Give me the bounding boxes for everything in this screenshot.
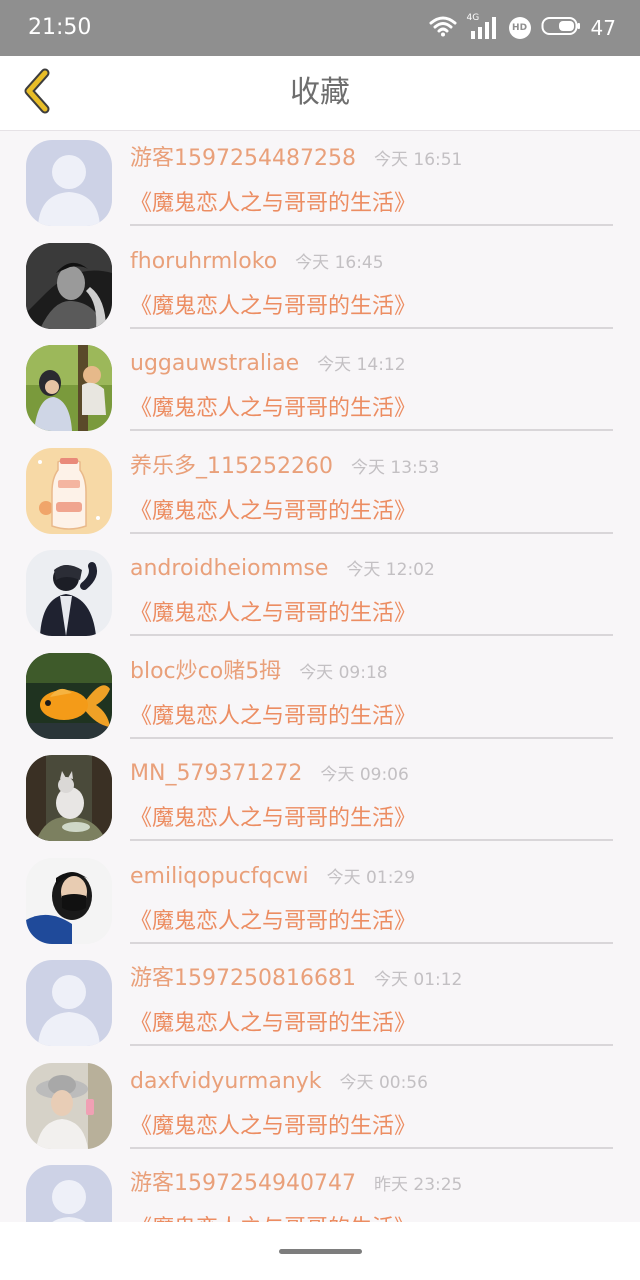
user-name-text: uggauwstraliae: [130, 351, 300, 376]
wifi-icon: [429, 15, 457, 41]
user-name: fhoruhrmloko 今天 16:45: [130, 248, 384, 277]
user-name-text: emiliqopucfqcwi: [130, 863, 309, 889]
list-item[interactable]: MN_579371272 今天 09:06 《魔鬼恋人之与哥哥的生活》: [0, 746, 640, 849]
timestamp: 昨天 23:25: [373, 1175, 463, 1195]
battery-icon: [541, 16, 581, 40]
photo-avatar-forest-girl: [26, 345, 112, 431]
photo-avatar-goldfish: [26, 652, 112, 739]
user-name-text: fhoruhrmloko: [130, 248, 278, 274]
row-divider: [130, 634, 613, 636]
list-item[interactable]: fhoruhrmloko 今天 16:45 《魔鬼恋人之与哥哥的生活》: [0, 234, 640, 337]
row-divider: [130, 941, 613, 944]
row-divider: [130, 1044, 613, 1046]
list-item[interactable]: emiliqopucfqcwi 今天 01:29 《魔鬼恋人之与哥哥的生活》: [0, 849, 640, 952]
row-divider: [130, 531, 613, 534]
user-name-text: bloc炒co赌5拇: [130, 658, 282, 684]
default-avatar: [26, 1165, 112, 1223]
back-button[interactable]: [10, 66, 64, 120]
timestamp: 今天 01:12: [373, 970, 463, 990]
battery-level: 47: [590, 16, 616, 40]
list-item[interactable]: bloc炒co赌5拇 今天 09:18 《魔鬼恋人之与哥哥的生活》: [0, 644, 640, 747]
page-title: 收藏: [290, 75, 350, 110]
home-indicator[interactable]: [279, 1249, 362, 1254]
user-name: 游客1597250816681 今天 01:12: [130, 965, 462, 994]
story-title[interactable]: 《魔鬼恋人之与哥哥的生活》: [130, 189, 416, 219]
list-item[interactable]: uggauwstraliae 今天 14:12 《魔鬼恋人之与哥哥的生活》: [0, 336, 640, 439]
user-name: daxfvidyurmanyk 今天 00:56: [130, 1068, 428, 1097]
photo-avatar-cat: [26, 755, 112, 841]
timestamp: 今天 14:12: [317, 355, 406, 375]
list-item[interactable]: 游客1597250816681 今天 01:12 《魔鬼恋人之与哥哥的生活》: [0, 951, 640, 1054]
timestamp: 今天 16:51: [373, 150, 463, 170]
user-name-text: 游客1597250816681: [130, 966, 356, 991]
photo-avatar-hat-girl: [26, 1062, 112, 1149]
user-name: 游客1597254487258 今天 16:51: [130, 145, 462, 174]
status-icons: 4G HD 47: [429, 12, 616, 44]
gesture-bar: [0, 1222, 640, 1280]
row-divider: [130, 1146, 613, 1149]
hd-icon: HD: [508, 17, 531, 39]
timestamp: 今天 09:06: [320, 765, 409, 785]
user-name-text: 游客1597254487258: [130, 146, 356, 171]
story-title[interactable]: 《魔鬼恋人之与哥哥的生活》: [130, 907, 416, 937]
timestamp: 今天 13:53: [350, 457, 440, 478]
timestamp: 今天 12:02: [346, 560, 435, 580]
photo-avatar-masked-girl: [26, 857, 112, 944]
user-name-text: 养乐多_115252260: [130, 453, 333, 479]
status-time: 21:50: [28, 15, 92, 40]
list-item[interactable]: androidheiommse 今天 12:02 《魔鬼恋人之与哥哥的生活》: [0, 541, 640, 644]
user-name-text: 游客1597254940747: [130, 1171, 356, 1196]
default-avatar: [26, 960, 112, 1046]
story-title[interactable]: 《魔鬼恋人之与哥哥的生活》: [130, 1112, 416, 1142]
row-divider: [130, 224, 613, 226]
story-title[interactable]: 《魔鬼恋人之与哥哥的生活》: [130, 702, 416, 732]
timestamp: 今天 01:29: [326, 867, 416, 888]
user-name: 游客1597254940747 昨天 23:25: [130, 1170, 462, 1199]
user-name-text: androidheiommse: [130, 556, 329, 581]
timestamp: 今天 09:18: [299, 662, 388, 683]
user-name: MN_579371272 今天 09:06: [130, 760, 409, 789]
user-name: bloc炒co赌5拇 今天 09:18: [130, 658, 388, 687]
timestamp: 今天 16:45: [295, 252, 384, 273]
story-title[interactable]: 《魔鬼恋人之与哥哥的生活》: [130, 394, 416, 424]
status-bar: 21:50 4G HD 47: [0, 0, 640, 56]
story-title[interactable]: 《魔鬼恋人之与哥哥的生活》: [130, 497, 416, 527]
row-divider: [130, 326, 613, 329]
default-avatar: [26, 140, 112, 226]
header: 收藏: [0, 56, 640, 131]
story-title[interactable]: 《魔鬼恋人之与哥哥的生活》: [130, 1009, 416, 1039]
chevron-left-icon: [19, 67, 55, 119]
user-name: 养乐多_115252260 今天 13:53: [130, 453, 439, 482]
list-item[interactable]: daxfvidyurmanyk 今天 00:56 《魔鬼恋人之与哥哥的生活》: [0, 1054, 640, 1157]
user-name: androidheiommse 今天 12:02: [130, 555, 435, 584]
signal-icon: 4G: [467, 13, 499, 41]
timestamp: 今天 00:56: [339, 1072, 428, 1093]
list-item[interactable]: 游客1597254940747昨天 23:25 《魔鬼恋人之与哥哥的生活》: [0, 1156, 640, 1223]
user-name: emiliqopucfqcwi 今天 01:29: [130, 863, 415, 892]
user-name-text: MN_579371272: [130, 761, 303, 786]
photo-avatar-bw-person: [26, 242, 112, 329]
list-item[interactable]: 游客1597254487258 今天 16:51 《魔鬼恋人之与哥哥的生活》: [0, 131, 640, 234]
row-divider: [130, 839, 613, 841]
favorites-list: 游客1597254487258 今天 16:51 《魔鬼恋人之与哥哥的生活》 fh…: [0, 131, 640, 1223]
photo-avatar-dark-jacket: [26, 550, 112, 636]
row-divider: [130, 429, 613, 431]
story-title[interactable]: 《魔鬼恋人之与哥哥的生活》: [130, 292, 416, 322]
user-name-text: daxfvidyurmanyk: [130, 1068, 322, 1094]
list-item[interactable]: 养乐多_115252260 今天 13:53 《魔鬼恋人之与哥哥的生活》: [0, 439, 640, 542]
story-title[interactable]: 《魔鬼恋人之与哥哥的生活》: [130, 599, 416, 629]
hd-label: HD: [512, 23, 528, 33]
row-divider: [130, 736, 613, 739]
photo-avatar-yakult: [26, 447, 112, 534]
story-title[interactable]: 《魔鬼恋人之与哥哥的生活》: [130, 804, 416, 834]
user-name: uggauwstraliae 今天 14:12: [130, 350, 406, 379]
